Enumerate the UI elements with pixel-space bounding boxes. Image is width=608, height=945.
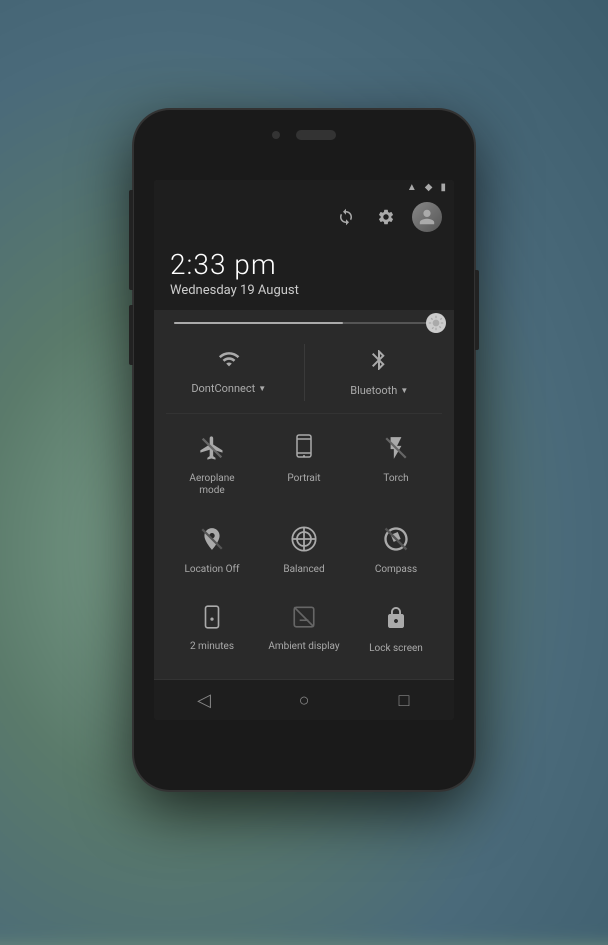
tiles-row-3: 2 minutes Ambient display xyxy=(154,592,454,667)
back-button[interactable]: ◁ xyxy=(179,680,229,720)
avatar[interactable] xyxy=(412,202,442,232)
phone-screen: ▲ ◆ ▮ xyxy=(154,180,454,720)
bottom-navigation: ◁ ○ □ xyxy=(154,679,454,720)
aeroplane-icon xyxy=(198,434,226,468)
location-off-tile[interactable]: Location Off xyxy=(172,517,252,584)
compass-icon xyxy=(382,525,410,559)
lock-tile[interactable]: Lock screen xyxy=(356,596,436,663)
date-display: Wednesday 19 August xyxy=(170,283,438,298)
settings-button[interactable] xyxy=(372,203,400,231)
time-display: 2:33 pm xyxy=(170,248,438,281)
bluetooth-label: Bluetooth xyxy=(350,384,397,397)
notification-panel: ▲ ◆ ▮ xyxy=(154,180,454,720)
tiles-row-2: Location Off Balanced xyxy=(154,513,454,588)
speaker-grille xyxy=(296,130,336,140)
refresh-button[interactable] xyxy=(332,203,360,231)
brightness-slider-row[interactable] xyxy=(154,310,454,336)
phone-top-area xyxy=(272,130,336,140)
wifi-status-icon: ▲ xyxy=(407,182,417,193)
wifi-icon xyxy=(215,348,243,376)
lock-label: Lock screen xyxy=(369,643,423,655)
aeroplane-label: Aeroplane mode xyxy=(176,473,248,497)
quick-tiles-section: Aeroplane mode Portrait xyxy=(154,414,454,679)
home-button[interactable]: ○ xyxy=(279,680,329,720)
status-bar: ▲ ◆ ▮ xyxy=(154,180,454,194)
brightness-thumb[interactable] xyxy=(426,313,446,333)
battery-status-icon: ▮ xyxy=(440,182,446,193)
back-icon: ◁ xyxy=(197,690,211,711)
balanced-tile[interactable]: Balanced xyxy=(264,517,344,584)
lock-icon xyxy=(384,604,408,638)
torch-label: Torch xyxy=(383,473,408,485)
portrait-tile[interactable]: Portrait xyxy=(264,426,344,505)
torch-icon xyxy=(383,434,409,468)
torch-tile[interactable]: Torch xyxy=(356,426,436,505)
tiles-row-1: Aeroplane mode Portrait xyxy=(154,422,454,509)
wifi-label: DontConnect xyxy=(191,382,255,395)
time-section: 2:33 pm Wednesday 19 August xyxy=(154,240,454,310)
brightness-fill xyxy=(174,322,343,324)
brightness-track[interactable] xyxy=(174,322,434,324)
wifi-tile[interactable]: DontConnect ▼ xyxy=(154,344,305,401)
camera-dot xyxy=(272,131,280,139)
balanced-label: Balanced xyxy=(283,564,324,576)
bluetooth-label-row: Bluetooth ▼ xyxy=(350,384,408,397)
connectivity-row: DontConnect ▼ Bluetooth ▼ xyxy=(154,336,454,413)
recents-icon: □ xyxy=(399,690,410,711)
compass-label: Compass xyxy=(375,564,417,576)
wifi-label-row: DontConnect ▼ xyxy=(191,382,266,395)
ambient-label: Ambient display xyxy=(268,641,339,653)
compass-tile[interactable]: Compass xyxy=(356,517,436,584)
portrait-label: Portrait xyxy=(287,473,320,485)
location-off-label: Location Off xyxy=(184,564,239,576)
home-icon: ○ xyxy=(299,690,310,711)
aeroplane-tile[interactable]: Aeroplane mode xyxy=(172,426,252,505)
phone-device: ▲ ◆ ▮ xyxy=(134,110,474,790)
recents-button[interactable]: □ xyxy=(379,680,429,720)
signal-status-icon: ◆ xyxy=(425,182,433,193)
timer-label: 2 minutes xyxy=(190,641,234,653)
balanced-icon xyxy=(290,525,318,559)
header-icons-row xyxy=(154,194,454,240)
portrait-icon xyxy=(292,434,316,468)
bluetooth-icon xyxy=(367,348,391,378)
ambient-tile[interactable]: Ambient display xyxy=(264,596,344,663)
bluetooth-tile[interactable]: Bluetooth ▼ xyxy=(305,344,455,401)
ambient-icon xyxy=(291,604,317,636)
timer-icon xyxy=(199,604,225,636)
bluetooth-dropdown-arrow: ▼ xyxy=(400,386,408,395)
timer-tile[interactable]: 2 minutes xyxy=(172,596,252,663)
location-off-icon xyxy=(199,525,225,559)
wifi-dropdown-arrow: ▼ xyxy=(258,384,266,393)
